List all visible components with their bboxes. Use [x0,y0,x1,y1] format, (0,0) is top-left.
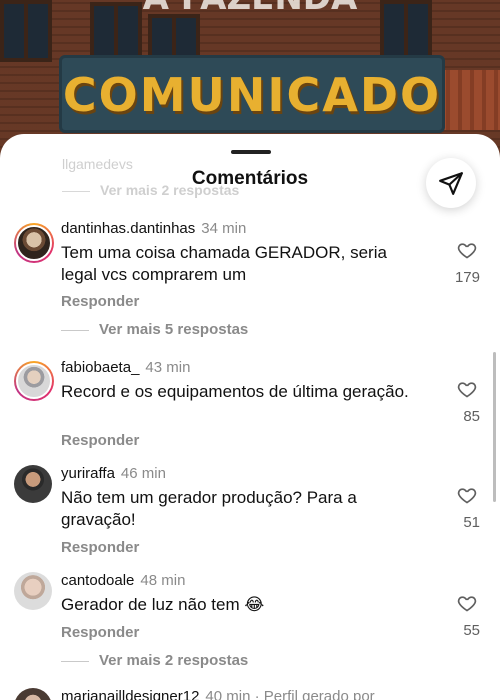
avatar[interactable] [14,465,52,503]
comment-text: Gerador de luz não tem 😂 [61,595,265,614]
avatar[interactable] [14,223,54,263]
heart-icon[interactable] [457,379,477,399]
timestamp: 34 min [201,220,247,237]
drag-handle[interactable] [231,150,271,154]
reply-button[interactable]: Responder [61,624,139,641]
heart-icon[interactable] [457,593,477,613]
comment-meta: cantodoale 48 min [61,572,185,589]
replies-divider [61,330,89,331]
comment-text: Record e os equipamentos de última geraç… [61,382,409,401]
username[interactable]: marianailldesigner12 [61,688,199,700]
scrollbar[interactable] [493,352,496,502]
heart-icon[interactable] [457,240,477,260]
view-more-replies-button[interactable]: Ver mais 5 respostas [99,321,248,338]
reply-button[interactable]: Responder [61,432,139,449]
comment-text: Tem uma coisa chamada GERADOR, seria leg… [61,243,387,284]
timestamp: 46 min [120,465,166,482]
username[interactable]: fabiobaeta_ [61,359,139,376]
replies-divider [61,661,89,662]
timestamp: 43 min [145,359,191,376]
comment-meta: fabiobaeta_ 43 min [61,359,190,376]
share-button[interactable] [426,158,476,208]
send-paper-plane-icon [439,172,463,195]
comment-text: Não tem um gerador produção? Para a grav… [61,488,357,529]
sheet-title: Comentários [191,168,309,189]
heart-icon[interactable] [457,485,477,505]
username[interactable]: cantodoale [61,572,134,589]
timestamp: 48 min [140,572,186,589]
like-count: 85 [463,408,480,425]
avatar[interactable] [14,361,54,401]
timestamp: 40 min · Perfil gerado por [205,688,375,700]
username[interactable]: dantinhas.dantinhas [61,220,195,237]
view-more-replies-button[interactable]: Ver mais 2 respostas [99,652,248,669]
like-count: 55 [463,622,480,639]
reply-button[interactable]: Responder [61,293,139,310]
banner-text: COMUNICADO [62,68,442,122]
post-top-title: A FAZENDA [0,0,500,18]
like-count: 51 [463,514,480,531]
avatar[interactable] [14,572,52,610]
comunicado-banner: COMUNICADO [62,58,442,130]
like-count: 179 [454,269,480,286]
username[interactable]: yuriraffa [61,465,115,482]
comment-meta: dantinhas.dantinhas 34 min [61,220,246,237]
comment-meta: yuriraffa 46 min [61,465,166,482]
comment-meta: marianailldesigner12 40 min · Perfil gera… [61,688,375,700]
reply-button[interactable]: Responder [61,539,139,556]
